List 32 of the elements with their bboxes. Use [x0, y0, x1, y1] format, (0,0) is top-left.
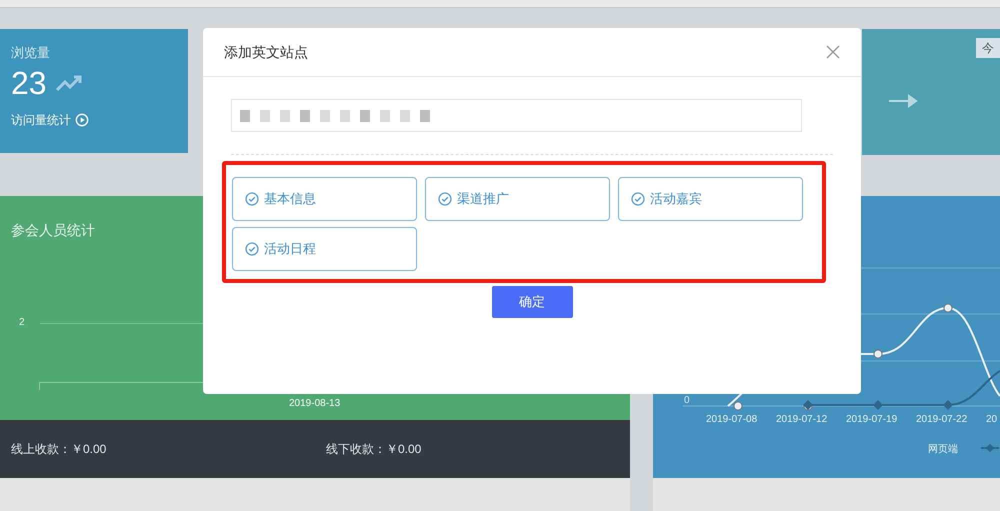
axis-date: 2019-07-12 [776, 413, 828, 427]
play-circle-icon [75, 112, 89, 126]
stats-link[interactable]: 访问量统计 [11, 110, 71, 128]
axis-date: 2019-07-08 [706, 413, 758, 427]
card-value: 23 [11, 64, 47, 100]
close-icon[interactable] [826, 45, 840, 59]
payment-amount: 线上收款：￥0.00 [10, 441, 108, 458]
chart-point [734, 402, 742, 410]
dialog-title: 添加英文站点 [224, 42, 308, 62]
option-checkbox[interactable]: 活动日程 [232, 227, 417, 271]
option-checkbox[interactable]: 活动嘉宾 [618, 177, 803, 221]
axis-date: 2019-07-19 [846, 413, 898, 427]
axis-date: 2019-08-13 [289, 397, 340, 411]
chart-point [873, 400, 883, 410]
legend-marker-icon [981, 444, 999, 452]
axis-tick: 2 [19, 316, 25, 330]
chart-point [943, 400, 953, 410]
confirm-button[interactable]: 确定 [492, 286, 572, 318]
axis-tick: 0 [684, 394, 690, 408]
option-checkbox[interactable]: 基本信息 [232, 177, 417, 221]
input-field[interactable] [231, 99, 802, 132]
card-label: 浏览量 [11, 44, 50, 62]
payment-amount: 线下收款：￥0.00 [325, 441, 422, 458]
axis-date: 20 [986, 413, 998, 427]
axis-date: 2019-07-22 [916, 413, 968, 427]
option-checkbox[interactable]: 渠道推广 [425, 177, 610, 221]
chart-point [944, 304, 952, 312]
today-tag[interactable]: 今 [976, 38, 1000, 58]
chart-point [874, 350, 882, 358]
panel-title: 参会人员统计 [11, 221, 95, 240]
arrow-right-icon [888, 94, 920, 108]
legend-label: 网页端 [928, 442, 958, 457]
